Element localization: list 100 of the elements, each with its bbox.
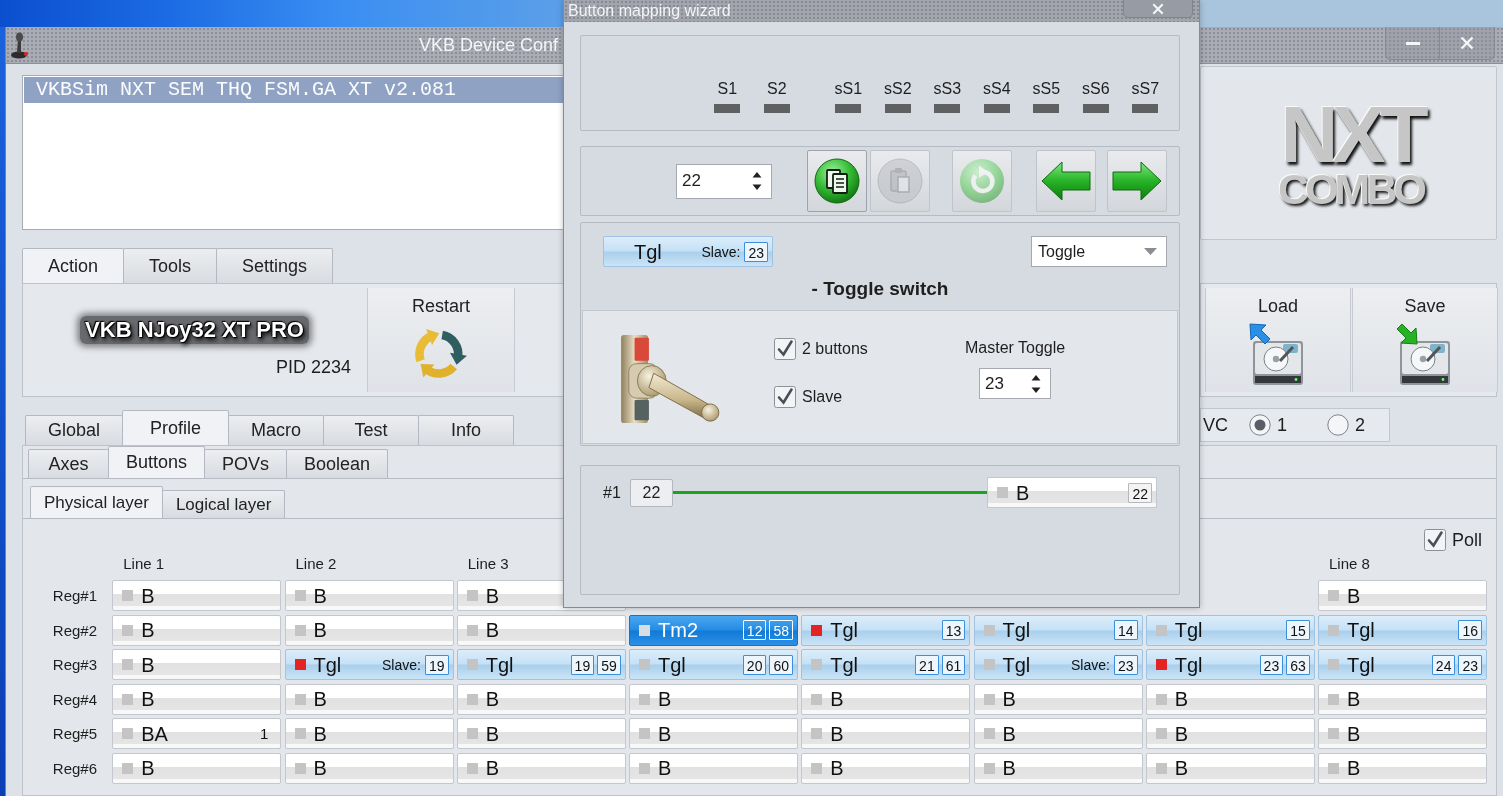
mapping-cell[interactable]: B — [112, 614, 282, 646]
mapping-cell[interactable]: Tgl 21 61 — [801, 649, 971, 680]
mapping-cell[interactable]: Tgl 23 63 — [1145, 649, 1315, 680]
tab[interactable]: Buttons — [108, 446, 206, 478]
restart-button[interactable]: Restart — [367, 288, 515, 392]
mapping-cell[interactable]: B — [456, 718, 626, 749]
number-badge: 60 — [769, 654, 793, 675]
tab[interactable]: POVs — [204, 449, 288, 478]
tab[interactable]: Profile — [122, 410, 230, 445]
field-label: Master Toggle — [965, 339, 1066, 357]
function-label: Tgl — [1002, 652, 1031, 677]
mapping-cell[interactable]: B — [973, 683, 1143, 715]
save-button[interactable]: Save — [1352, 288, 1498, 392]
tab[interactable]: Global — [25, 415, 124, 445]
function-label: Tgl — [658, 652, 686, 677]
mapping-cell[interactable]: B — [1318, 580, 1487, 611]
column-header: Line 8 — [1328, 554, 1371, 572]
mapping-cell[interactable]: B — [1318, 752, 1487, 784]
function-label: B — [313, 583, 327, 608]
mapping-cell[interactable]: Tgl 19 59 — [456, 649, 626, 680]
mapping-cell[interactable]: B — [1318, 718, 1487, 749]
spin-field[interactable]: 22 — [676, 163, 772, 199]
mapping-cell[interactable]: B — [112, 649, 282, 680]
function-chip[interactable]: Tgl Slave: 23 — [603, 236, 773, 267]
mapping-cell[interactable]: Tgl 15 — [1145, 614, 1315, 646]
mapping-cell[interactable]: B — [629, 683, 798, 715]
mapping-cell[interactable]: Tgl Slave: 23 — [973, 649, 1143, 680]
mapping-cell[interactable]: B — [284, 718, 454, 749]
mapping-cell[interactable]: B — [801, 718, 971, 749]
function-label: B — [141, 618, 155, 642]
checkbox[interactable] — [1424, 529, 1446, 551]
mapping-cell[interactable]: Tgl 14 — [973, 614, 1143, 646]
mapping-cell[interactable]: B — [629, 718, 798, 749]
mapping-cell[interactable]: B — [973, 718, 1143, 749]
function-label: B — [141, 756, 155, 780]
mapping-cell[interactable]: B — [456, 683, 626, 715]
tab[interactable]: Boolean — [286, 449, 389, 478]
mapping-cell[interactable]: Tgl 13 — [801, 614, 971, 646]
mapping-cell[interactable]: BA 1 — [112, 718, 282, 749]
function-label: Tgl — [634, 239, 662, 264]
function-label: B — [1347, 721, 1361, 746]
mapping-cell[interactable]: Tgl 16 — [1318, 614, 1487, 646]
tab[interactable]: Action — [22, 248, 125, 283]
mapping-cell[interactable]: B — [112, 752, 282, 784]
mapping-cell[interactable]: B — [284, 580, 454, 611]
spin-arrows-icon[interactable] — [1031, 373, 1042, 394]
mapping-cell[interactable]: B — [284, 614, 454, 646]
spin-field[interactable]: 23 — [979, 368, 1052, 399]
function-label: B — [313, 721, 327, 746]
tab[interactable]: Info — [418, 415, 515, 445]
mapping-cell[interactable]: B — [801, 683, 971, 715]
radio-button[interactable] — [1249, 414, 1271, 436]
tab[interactable]: Tools — [123, 248, 218, 283]
function-label: B — [830, 721, 844, 746]
spin-arrows-icon[interactable] — [752, 171, 762, 191]
function-label: B — [1347, 687, 1361, 711]
function-label: B — [485, 756, 500, 780]
radio-label[interactable]: 2 — [1355, 414, 1366, 436]
mapping-cell[interactable]: B — [284, 752, 454, 784]
next-button[interactable] — [1107, 150, 1167, 212]
function-label: BA — [141, 721, 168, 746]
mapping-cell[interactable]: B — [973, 752, 1143, 784]
checkbox-label: Slave — [802, 388, 843, 406]
copy-button[interactable] — [807, 150, 867, 212]
close-button[interactable] — [1440, 27, 1495, 60]
mapping-cell[interactable]: B — [1145, 718, 1315, 749]
mapping-cell[interactable]: B — [112, 683, 282, 715]
mapping-cell[interactable]: B — [801, 752, 971, 784]
tab[interactable]: Physical layer — [30, 486, 163, 518]
minimize-button[interactable] — [1385, 27, 1440, 60]
load-button[interactable]: Load — [1205, 288, 1351, 392]
checkbox[interactable] — [774, 386, 796, 408]
target-chip[interactable]: B 22 — [987, 477, 1157, 508]
function-label: B — [485, 583, 500, 608]
number-badge: 14 — [1113, 620, 1138, 640]
mapping-cell[interactable]: Tm2 12 58 — [629, 614, 798, 646]
mapping-cell[interactable]: B — [1318, 683, 1487, 715]
radio-button[interactable] — [1327, 414, 1350, 436]
mapping-cell[interactable]: B — [112, 580, 282, 611]
tab[interactable]: Axes — [28, 449, 109, 478]
mapping-cell[interactable]: B — [456, 614, 626, 646]
mapping-cell[interactable]: B — [456, 752, 626, 784]
radio-label[interactable]: 1 — [1277, 414, 1288, 436]
previous-button[interactable] — [1036, 150, 1096, 212]
dropdown[interactable]: Toggle — [1031, 236, 1167, 267]
mapping-cell[interactable]: Tgl 24 23 — [1318, 649, 1487, 680]
tab[interactable]: Logical layer — [161, 490, 286, 518]
mapping-cell[interactable]: B — [1145, 683, 1315, 715]
mapping-cell[interactable]: Tgl Slave: 19 — [284, 649, 454, 680]
mapping-cell[interactable]: B — [1145, 752, 1315, 784]
number-badge: 21 — [915, 654, 939, 675]
close-button[interactable] — [1123, 0, 1193, 18]
mapping-cell[interactable]: B — [629, 752, 798, 784]
mapping-cell[interactable]: Tgl 20 60 — [629, 649, 798, 680]
mapping-cell[interactable]: B — [284, 683, 454, 715]
clipboard-icon — [877, 158, 923, 204]
tab[interactable]: Macro — [228, 415, 325, 445]
checkbox[interactable] — [774, 338, 796, 360]
tab[interactable]: Settings — [216, 248, 334, 283]
tab[interactable]: Test — [323, 415, 420, 445]
